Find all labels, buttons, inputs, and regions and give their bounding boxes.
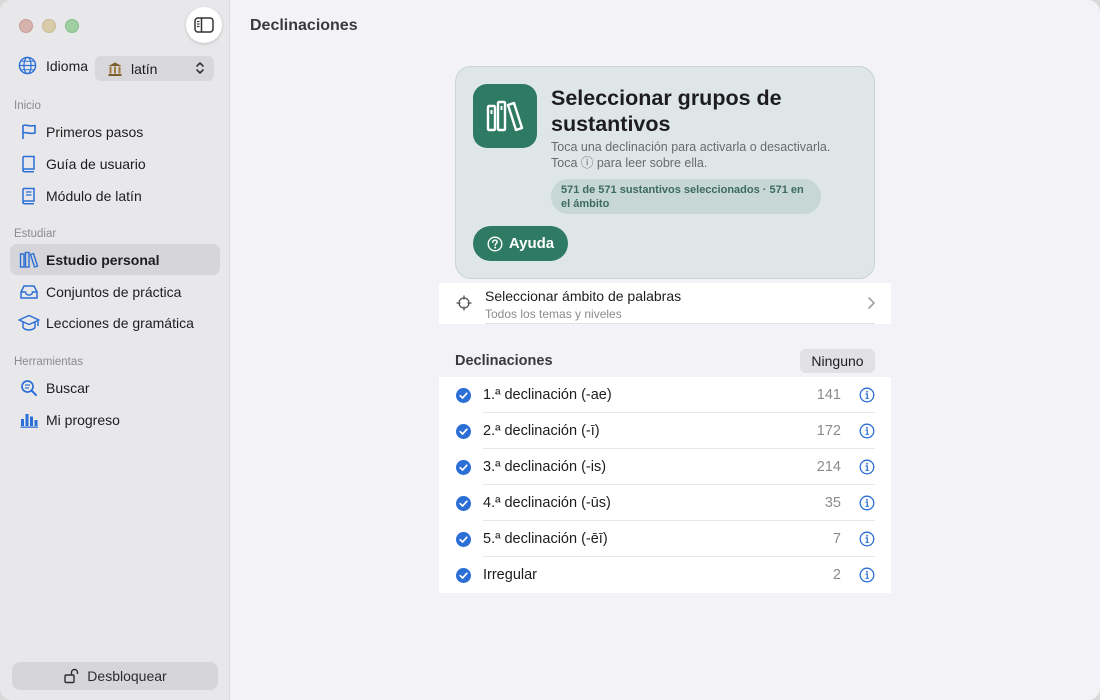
sidebar-item-label: Buscar xyxy=(46,379,90,396)
sidebar-item-guia-de-usuario[interactable]: Guía de usuario xyxy=(10,148,220,179)
hero-description-line: Toca ⓘ para leer sobre ella. xyxy=(551,155,708,170)
hero-description: Toca una declinación para activarla o de… xyxy=(551,140,851,171)
declension-name: 1.ª declinación (-ae) xyxy=(483,387,612,403)
app-window: Idioma latín Inicio Primeros pasos Guía … xyxy=(0,0,1100,700)
sidebar-item-buscar[interactable]: Buscar xyxy=(10,372,220,403)
book-text-icon xyxy=(22,187,35,205)
sidebar-item-label: Módulo de latín xyxy=(46,187,142,204)
minimize-window-button[interactable] xyxy=(42,19,56,33)
declension-count: 35 xyxy=(824,495,841,511)
crosshair-icon xyxy=(456,295,472,311)
language-row: Idioma xyxy=(18,56,88,75)
sidebar: Idioma latín Inicio Primeros pasos Guía … xyxy=(0,0,230,700)
info-circle-icon[interactable] xyxy=(859,495,875,511)
unlock-icon xyxy=(64,668,79,684)
declension-name: 5.ª declinación (-ēī) xyxy=(483,531,608,547)
declension-name: 3.ª declinación (-is) xyxy=(483,459,607,475)
sidebar-item-estudio-personal[interactable]: Estudio personal xyxy=(10,244,220,275)
info-circle-icon[interactable] xyxy=(859,459,875,475)
flag-icon xyxy=(22,123,36,139)
sidebar-item-label: Lecciones de gramática xyxy=(46,314,194,331)
sidebar-item-mi-progreso[interactable]: Mi progreso xyxy=(10,404,220,435)
hero-card: Seleccionar grupos de sustantivos Toca u… xyxy=(455,66,875,279)
columns-temple-icon xyxy=(108,62,122,76)
close-window-button[interactable] xyxy=(19,19,33,33)
word-scope-row[interactable]: Seleccionar ámbito de palabras Todos los… xyxy=(439,283,891,324)
divider xyxy=(485,323,875,324)
word-scope-subtitle: Todos los temas y niveles xyxy=(485,307,622,321)
select-none-button[interactable]: Ninguno xyxy=(800,349,875,373)
sidebar-item-label: Primeros pasos xyxy=(46,123,144,140)
sidebar-toggle-icon xyxy=(194,17,214,33)
declension-count: 172 xyxy=(816,423,841,439)
sidebar-item-conjuntos-de-practica[interactable]: Conjuntos de práctica xyxy=(10,276,220,307)
sidebar-item-label: Conjuntos de práctica xyxy=(46,283,182,300)
declensions-list: 1.ª declinación (-ae) 141 2.ª declinació… xyxy=(439,377,891,593)
declension-row[interactable]: 1.ª declinación (-ae) 141 xyxy=(439,377,891,413)
declension-count: 141 xyxy=(816,387,841,403)
info-circle-icon[interactable] xyxy=(859,423,875,439)
info-circle-icon[interactable] xyxy=(859,387,875,403)
books-app-icon xyxy=(473,84,537,148)
tray-icon xyxy=(20,284,38,299)
help-button[interactable]: Ayuda xyxy=(473,226,568,261)
checkmark-circle-icon xyxy=(456,532,471,547)
declension-row[interactable]: 5.ª declinación (-ēī) 7 xyxy=(439,521,891,557)
checkmark-circle-icon xyxy=(456,424,471,439)
declension-count: 214 xyxy=(816,459,841,475)
checkmark-circle-icon xyxy=(456,460,471,475)
declension-row[interactable]: 4.ª declinación (-ūs) 35 xyxy=(439,485,891,521)
sidebar-item-label: Mi progreso xyxy=(46,411,120,428)
book-icon xyxy=(22,155,35,173)
zoom-window-button[interactable] xyxy=(65,19,79,33)
question-circle-icon xyxy=(487,235,503,252)
sidebar-item-label: Estudio personal xyxy=(46,251,160,268)
declension-count: 2 xyxy=(832,567,841,583)
word-scope-title: Seleccionar ámbito de palabras xyxy=(485,288,682,304)
sidebar-toggle-button[interactable] xyxy=(186,7,222,43)
sidebar-item-lecciones-de-gramatica[interactable]: Lecciones de gramática xyxy=(10,307,220,338)
chevron-right-icon xyxy=(868,297,875,309)
declension-name: 4.ª declinación (-ūs) xyxy=(483,495,611,511)
sidebar-item-primeros-pasos[interactable]: Primeros pasos xyxy=(10,116,220,147)
search-icon xyxy=(21,379,37,396)
unlock-button[interactable]: Desbloquear xyxy=(12,662,218,690)
hero-title: Seleccionar grupos de sustantivos xyxy=(551,86,782,136)
page-title: Declinaciones xyxy=(250,17,358,34)
books-icon xyxy=(486,100,524,132)
info-circle-icon[interactable] xyxy=(859,567,875,583)
checkmark-circle-icon xyxy=(456,568,471,583)
declension-row[interactable]: 3.ª declinación (-is) 214 xyxy=(439,449,891,485)
section-title-estudiar: Estudiar xyxy=(14,228,57,240)
language-value: latín xyxy=(131,60,158,77)
declensions-header: Declinaciones xyxy=(455,353,553,369)
chevron-up-down-icon xyxy=(196,62,204,74)
graduation-cap-icon xyxy=(18,314,40,331)
sidebar-item-modulo-de-latin[interactable]: Módulo de latín xyxy=(10,180,220,211)
sidebar-item-label: Guía de usuario xyxy=(46,155,146,172)
declension-row[interactable]: 2.ª declinación (-ī) 172 xyxy=(439,413,891,449)
checkmark-circle-icon xyxy=(456,496,471,511)
books-icon xyxy=(19,251,39,268)
help-label: Ayuda xyxy=(508,235,555,252)
section-title-inicio: Inicio xyxy=(14,100,41,112)
bar-chart-icon xyxy=(20,413,38,428)
section-title-herramientas: Herramientas xyxy=(14,356,84,368)
globe-icon xyxy=(18,56,37,75)
declension-row[interactable]: Irregular 2 xyxy=(439,557,891,593)
language-label: Idioma xyxy=(46,57,89,74)
language-select[interactable]: latín xyxy=(95,56,214,81)
declension-count: 7 xyxy=(832,531,841,547)
info-circle-icon[interactable] xyxy=(859,531,875,547)
declension-name: Irregular xyxy=(483,567,537,583)
window-controls xyxy=(19,19,79,33)
unlock-label: Desbloquear xyxy=(87,668,167,684)
main-content: Declinaciones Seleccionar grupos de sust… xyxy=(231,0,1100,700)
declension-name: 2.ª declinación (-ī) xyxy=(483,423,600,439)
selection-summary-badge: 571 de 571 sustantivos seleccionados · 5… xyxy=(551,179,821,214)
checkmark-circle-icon xyxy=(456,388,471,403)
hero-description-line: Toca una declinación para activarla o de… xyxy=(551,140,831,154)
